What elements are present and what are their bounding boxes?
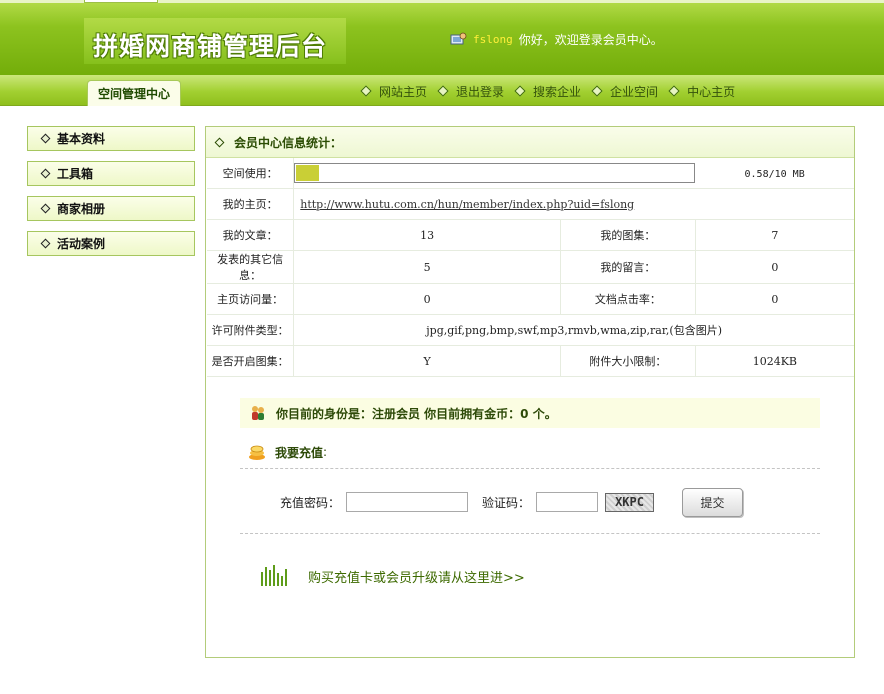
bar-chart-icon [261,565,287,586]
divider [240,533,820,534]
stat-label: 我的留言： [560,250,696,284]
nav-link-logout[interactable]: 退出登录 [437,83,505,100]
diamond-icon [591,85,603,97]
homepage-link[interactable]: http://www.hutu.com.cn/hun/member/index.… [300,198,634,211]
logo: 拼婚网商铺管理后台 [84,18,346,64]
tab-space-management[interactable]: 空间管理中心 [87,80,181,106]
diamond-icon [40,203,51,214]
buy-card-link[interactable]: 购买充值卡或会员升级请从这里进>> [260,563,525,589]
stat-label: 我的文章： [207,219,295,251]
sidebar-item-basic-info[interactable]: 基本资料 [27,126,195,151]
submit-button[interactable]: 提交 [682,487,744,517]
stat-value: 7 [695,219,854,251]
storage-progress-fill [296,165,320,181]
sidebar-item-label: 基本资料 [57,132,106,146]
table-row: 主页访问量： 0 文档点击率： 0 [207,283,854,315]
nav-link-label: 网站主页 [379,84,428,99]
table-row: 空间使用： 0.58/10 MB [207,158,854,189]
stat-label: 附件大小限制： [560,345,696,377]
nav-link-enterprise-space[interactable]: 企业空间 [591,83,659,100]
stat-label: 文档点击率： [560,283,696,315]
nav-link-label: 企业空间 [610,84,659,99]
table-row: 许可附件类型： jpg,gif,png,bmp,swf,mp3,rmvb,wma… [207,314,854,346]
stat-value: 5 [293,250,562,284]
diamond-icon [40,238,51,249]
storage-text: 0.58/10 MB [744,168,805,180]
divider [240,468,820,469]
diamond-icon [40,168,51,179]
user-icon [450,32,467,45]
stats-table: 空间使用： 0.58/10 MB 我的主页： http://www.hutu.c… [207,158,854,377]
table-row: 发表的其它信息： 5 我的留言： 0 [207,250,854,284]
recharge-title: 我要充值: [248,441,327,463]
sidebar-item-label: 工具箱 [57,167,94,181]
password-label: 充值密码： [280,495,341,510]
diamond-icon [437,85,449,97]
nav-link-search-enterprise[interactable]: 搜索企业 [514,83,582,100]
recharge-title-text: 我要充值 [275,445,324,460]
nav-link-home[interactable]: 网站主页 [360,83,428,100]
panel-title: 会员中心信息统计： [234,135,343,150]
diamond-icon [40,133,51,144]
identity-bar: 你目前的身份是：注册会员 你目前拥有金币：0 个。 [240,398,820,428]
stat-value: 13 [293,219,562,251]
stat-value: 0 [695,283,854,315]
captcha-image-text: XKPC [615,495,644,509]
buy-card-link-text: 购买充值卡或会员升级请从这里进>> [308,570,525,586]
stat-value: 0 [293,283,562,315]
diamond-icon [214,137,225,147]
table-row: 我的主页： http://www.hutu.com.cn/hun/member/… [207,188,854,220]
stat-label: 发表的其它信息： [207,250,295,284]
nav-link-center-home[interactable]: 中心主页 [668,83,736,100]
username: fslong [473,32,513,46]
nav-bar: 空间管理中心 网站主页 退出登录 搜索企业 企业空间 中心主页 [0,75,884,106]
captcha-label: 验证码： [482,495,531,510]
panel-header: 会员中心信息统计： [206,127,854,158]
welcome-message: fslong 你好，欢迎登录会员中心。 [450,30,663,48]
homepage-label: 我的主页： [207,188,295,220]
attach-types-label: 许可附件类型： [207,314,295,346]
recharge-title-colon: : [323,445,328,459]
sidebar-item-merchant-album[interactable]: 商家相册 [27,196,195,221]
captcha-image[interactable]: XKPC [605,492,655,512]
site-title: 拼婚网商铺管理后台 [93,32,328,61]
table-row: 我的文章： 13 我的图集： 7 [207,219,854,251]
storage-progress-bar [294,163,696,183]
sidebar-item-toolbox[interactable]: 工具箱 [27,161,195,186]
attach-types-value: jpg,gif,png,bmp,swf,mp3,rmvb,wma,zip,rar… [293,314,854,346]
nav-link-label: 退出登录 [456,84,505,99]
sidebar: 基本资料 工具箱 商家相册 活动案例 [27,126,195,266]
greeting-text: 你好，欢迎登录会员中心。 [518,32,663,47]
storage-bar-cell [293,158,696,189]
identity-text: 你目前的身份是：注册会员 你目前拥有金币：0 个。 [276,406,557,421]
diamond-icon [514,85,526,97]
stat-label: 我的图集： [560,219,696,251]
storage-label: 空间使用： [207,158,295,189]
header: 拼婚网商铺管理后台 fslong 你好，欢迎登录会员中心。 [0,0,884,75]
nav-links: 网站主页 退出登录 搜索企业 企业空间 中心主页 [360,81,747,101]
stat-label: 主页访问量： [207,283,295,315]
sidebar-item-label: 商家相册 [57,202,106,216]
main-panel: 会员中心信息统计： 空间使用： 0.58/10 MB 我的主页： http://… [205,126,855,658]
homepage-cell: http://www.hutu.com.cn/hun/member/index.… [293,188,854,220]
stat-label: 是否开启图集： [207,345,295,377]
diamond-icon [360,85,372,97]
table-row: 是否开启图集： Y 附件大小限制： 1024KB [207,345,854,377]
nav-link-label: 搜索企业 [533,84,582,99]
recharge-password-input[interactable] [346,492,469,512]
recharge-form: 充值密码： 验证码： XKPC 提交 [280,487,744,517]
stat-value: 1024KB [695,345,854,377]
captcha-input[interactable] [536,492,599,512]
sidebar-item-event-cases[interactable]: 活动案例 [27,231,195,256]
nav-link-label: 中心主页 [687,84,736,99]
sidebar-item-label: 活动案例 [57,237,106,251]
recharge-icon [249,445,265,460]
members-icon [252,406,264,420]
stat-value: 0 [695,250,854,284]
header-tab-stub [84,0,158,3]
diamond-icon [668,85,680,97]
storage-value: 0.58/10 MB [695,158,854,189]
stat-value: Y [293,345,562,377]
